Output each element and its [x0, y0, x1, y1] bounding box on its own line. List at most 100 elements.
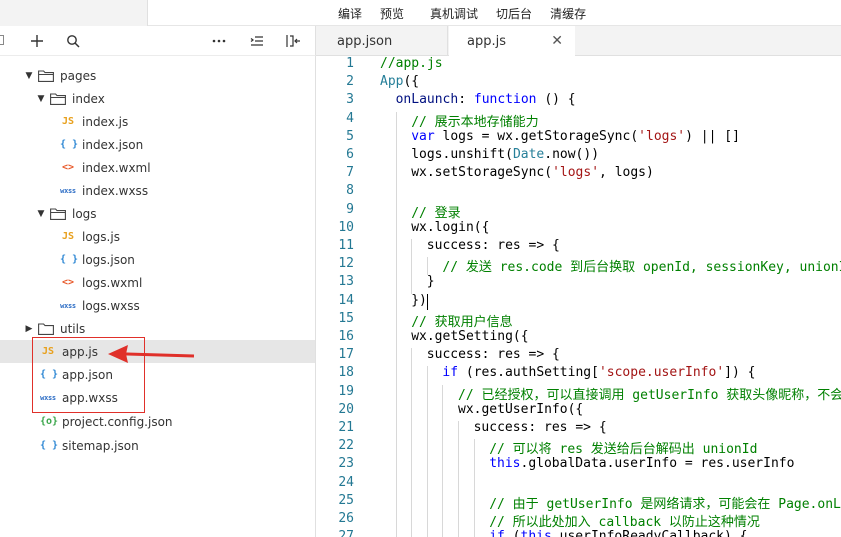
split-icon[interactable]: [284, 32, 302, 50]
line-number: 1: [346, 56, 354, 71]
tree-item[interactable]: JS logs.js: [0, 225, 315, 248]
text-cursor: [427, 293, 429, 310]
code-token: () {: [536, 92, 576, 108]
js-file-icon: JS: [61, 231, 75, 242]
tree-item[interactable]: JS index.js: [0, 110, 315, 133]
line-number: 7: [346, 165, 354, 181]
line-number: 24: [338, 474, 354, 490]
chevron-down-icon[interactable]: ▼: [23, 71, 35, 81]
code-editor[interactable]: 1 //app.js 2 App({3 onLaunch: function () {4…: [316, 56, 841, 537]
editor-tabs: app.json app.js ✕: [316, 26, 841, 57]
tree-item[interactable]: ▼ pages: [0, 64, 315, 87]
indent-guide: [473, 439, 475, 537]
code-token: wx.setStorageSync(: [411, 165, 553, 181]
chevron-right-icon[interactable]: ▶: [23, 324, 35, 334]
code-token: ]) {: [724, 365, 756, 381]
line-number: 27: [338, 529, 354, 537]
tree-item[interactable]: ▼ logs: [0, 202, 315, 225]
tree-item-label: project.config.json: [62, 414, 173, 429]
arrow-icon: [108, 345, 195, 363]
code-token: function: [473, 92, 537, 108]
top-toolbar: 编译 预览 真机调试 切后台 清缓存: [0, 0, 841, 26]
code-line: //app.js: [380, 56, 443, 71]
explorer-toolbar: [0, 26, 316, 56]
line-number: 16: [338, 329, 354, 344]
line-number: 26: [338, 511, 354, 526]
code-token: }: [426, 274, 435, 290]
folder-icon: [50, 207, 66, 220]
tree-item[interactable]: { } index.json: [0, 133, 315, 156]
code-line: success: res => {: [427, 347, 560, 362]
tree-item-label: sitemap.json: [62, 438, 139, 453]
tree-item[interactable]: { } logs.json: [0, 248, 315, 271]
code-token: // 可以将 res 发送给后台解码出 unionId: [489, 442, 758, 458]
tree-item[interactable]: <> index.wxml: [0, 156, 315, 179]
code-token: // 由于 getUserInfo 是网络请求，可能会在 Page.onLoad…: [489, 496, 841, 512]
chevron-down-icon[interactable]: ▼: [35, 209, 47, 219]
remote-debug-button[interactable]: 真机调试: [430, 5, 478, 22]
code-line: wx.setStorageSync('logs', logs): [411, 165, 654, 180]
indent-guide: [442, 384, 444, 537]
code-token: success: res => {: [473, 420, 607, 435]
tab-label: app.json: [337, 33, 393, 49]
code-line: this.globalData.userInfo = res.userInfo: [489, 456, 794, 471]
json-file-icon: { }: [40, 440, 59, 451]
tree-item-label: logs.wxml: [82, 275, 143, 290]
tab-label: app.js: [467, 34, 506, 49]
close-icon[interactable]: ✕: [551, 33, 563, 49]
folder-icon: [50, 92, 66, 105]
code-line: }: [427, 274, 435, 289]
code-token: // 展示本地存储能力: [411, 114, 539, 130]
code-token: // 获取用户信息: [411, 314, 513, 330]
line-number: 4: [346, 110, 354, 126]
code-token: :: [458, 92, 474, 108]
code-line: success: res => {: [474, 420, 607, 435]
add-icon[interactable]: [28, 32, 46, 50]
tree-item-label: index.json: [82, 137, 144, 152]
tree-item[interactable]: {o} project.config.json: [0, 410, 315, 433]
line-number: 18: [338, 365, 354, 381]
code-token: if: [442, 365, 459, 381]
line-number: 20: [338, 401, 354, 417]
collapse-icon[interactable]: [248, 32, 266, 50]
tree-item-label: index: [72, 91, 105, 106]
chevron-down-icon[interactable]: ▼: [35, 94, 47, 104]
tree-item[interactable]: { } sitemap.json: [0, 434, 315, 457]
preview-button[interactable]: 预览: [380, 5, 404, 22]
code-line: success: res => {: [427, 238, 560, 253]
clear-cache-button[interactable]: 清缓存: [550, 5, 586, 22]
tree-item[interactable]: wxss index.wxss: [0, 179, 315, 202]
code-line: }): [411, 293, 427, 308]
tab-app-js[interactable]: app.js ✕: [449, 26, 575, 57]
code-token: //app.js: [380, 56, 443, 71]
tree-item[interactable]: ▼ index: [0, 87, 315, 110]
background-button[interactable]: 切后台: [496, 5, 532, 22]
tree-item[interactable]: wxss logs.wxss: [0, 294, 315, 317]
wxml-file-icon: <>: [61, 162, 75, 173]
panel-edge: [0, 35, 4, 45]
tree-item-label: index.js: [82, 114, 129, 129]
search-icon[interactable]: [64, 32, 82, 50]
more-icon[interactable]: [210, 32, 228, 50]
tree-item[interactable]: <> logs.wxml: [0, 271, 315, 294]
toolbar-menu: 编译 预览 真机调试 切后台 清缓存: [338, 0, 604, 26]
code-line: // 由于 getUserInfo 是网络请求，可能会在 Page.onLoad…: [489, 493, 841, 512]
code-line: var logs = wx.getStorageSync('logs') || …: [411, 129, 740, 144]
line-number: 3: [346, 92, 354, 108]
line-number: 23: [338, 456, 354, 472]
code-token: ) || []: [685, 128, 740, 144]
code-token: // 已经授权，可以直接调用 getUserInfo 获取头像昵称，不会弹框: [458, 387, 841, 403]
code-line: // 发送 res.code 到后台换取 openId, sessionKey,…: [442, 256, 841, 275]
code-line: if (this.userInfoReadyCallback) {: [489, 529, 747, 537]
file-explorer: ▼ pages ▼ index JS index.js{ } index.json <> ind…: [0, 56, 316, 537]
tree-item-label: pages: [60, 68, 97, 83]
code-token: onLaunch: [395, 92, 459, 108]
line-number: 15: [338, 310, 354, 326]
compile-button[interactable]: 编译: [338, 5, 362, 22]
tab-app-json[interactable]: app.json: [316, 26, 448, 56]
code-token: Date: [512, 147, 545, 162]
line-number: 6: [346, 147, 354, 162]
tree-item-label: index.wxss: [82, 183, 149, 198]
indent-guide: [395, 111, 397, 537]
code-token: this: [520, 529, 552, 537]
